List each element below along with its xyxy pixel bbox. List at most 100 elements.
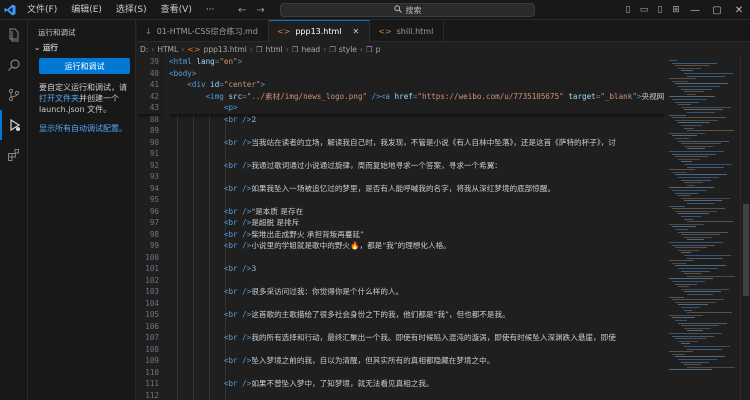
minimap-line (672, 135, 697, 137)
sticky-scroll-line[interactable]: <p> (169, 102, 665, 114)
code-line[interactable] (169, 125, 665, 137)
minimap-line (672, 171, 687, 173)
source-control-icon[interactable] (0, 80, 28, 110)
minimap-line (678, 213, 709, 215)
minimap-line (687, 203, 714, 204)
minimap-line (672, 317, 695, 319)
line-number: 108 (145, 344, 159, 354)
minimap-line (675, 229, 688, 230)
command-center-search[interactable]: 搜索 (280, 3, 535, 17)
code-editor[interactable]: 39 40 41 42 43 88 89 90 91 92 93 94 95 96 97 98 99 100 101… (137, 56, 665, 400)
code-line[interactable]: <br />柴堆出走成野火 承担背叛再蔓延” (169, 229, 665, 241)
breadcrumb-item[interactable]: D: (140, 45, 148, 54)
toggle-secondary-sidebar-icon[interactable]: ▯ (652, 5, 668, 15)
minimap-line (687, 93, 696, 95)
code-line[interactable] (169, 194, 665, 206)
code-line[interactable]: <br />很多采访问过我：你觉得你是个什么样的人。 (169, 286, 665, 298)
code-line[interactable] (169, 367, 665, 379)
menu-selection[interactable]: 选择(S) (109, 0, 154, 20)
sticky-scroll-line[interactable]: <div id="center"> (169, 79, 665, 91)
tab-md[interactable]: ↓ 01-HTML-CSS综合练习.md (137, 20, 269, 42)
code-line[interactable] (169, 390, 665, 400)
back-arrow-icon[interactable]: ← (238, 5, 246, 16)
code-line[interactable] (169, 298, 665, 310)
code-content[interactable]: <html lang="en"> <body> <div id="center">… (169, 56, 665, 400)
menu-view[interactable]: 查看(V) (154, 0, 199, 20)
code-line[interactable] (169, 344, 665, 356)
code-line[interactable]: <br />当我站在读者的立场，解读我自己时，我发现，不管是小说《有人自林中坠落… (169, 137, 665, 149)
menu-more[interactable]: ··· (199, 0, 222, 20)
minimap-line (681, 106, 731, 108)
minimap[interactable] (665, 56, 740, 400)
breadcrumb-item[interactable]: style (339, 45, 357, 54)
code-line[interactable]: <br />3 (169, 263, 665, 275)
line-number: 104 (145, 298, 159, 308)
code-line[interactable]: <br />坠入梦境之前的我，自以为清醒，但其实所有的真相都隐藏在梦境之中。 (169, 355, 665, 367)
code-line[interactable]: <br />如果我坠入一场被追忆过的梦里，是否有人能呼喊我的名字，将我从深红梦境… (169, 183, 665, 195)
sticky-scroll-line[interactable]: <img src="../素材/img/news_logo.png" /><a … (169, 90, 665, 102)
element-icon: ❒ (291, 44, 299, 54)
line-number: 101 (145, 264, 159, 273)
minimap-line (669, 296, 684, 298)
code-line[interactable]: <br />小说里的学姐就是歌中的野火🔥，都是“我”的理想化人格。 (169, 240, 665, 252)
minimap-line (669, 151, 724, 152)
extensions-icon[interactable] (0, 140, 28, 170)
code-line[interactable]: <br />“是本质 是存在 (169, 206, 665, 218)
search-placeholder: 搜索 (405, 5, 422, 15)
minimap-line (681, 234, 720, 236)
breadcrumb-item[interactable]: ppp13.html (204, 45, 247, 54)
breadcrumb-item[interactable]: HTML (157, 45, 178, 54)
breadcrumb-item[interactable]: head (301, 45, 320, 54)
open-folder-link[interactable]: 打开文件夹 (39, 94, 79, 103)
sticky-scroll-line[interactable]: <body> (169, 67, 665, 79)
minimap-line (672, 117, 726, 119)
code-line[interactable] (169, 275, 665, 287)
line-number: 92 (149, 160, 159, 170)
sidebar-section-run[interactable]: ⌄ 运行 (28, 42, 135, 56)
vscode-logo-icon (0, 0, 20, 20)
minimap-line (681, 88, 712, 90)
code-line[interactable]: <br />我通过歌词通过小说通过旋律，周而复始地寻求一个答案，寻求一个希翼： (169, 160, 665, 172)
vertical-scrollbar[interactable] (740, 56, 750, 400)
maximize-icon[interactable]: ▢ (706, 5, 728, 16)
sticky-scroll-line[interactable]: <html lang="en"> (169, 56, 665, 68)
tab-label: 01-HTML-CSS综合练习.md (156, 26, 258, 36)
code-line[interactable]: <br />我的所有选择和行动，最终汇聚出一个我。即使有时候陷入混沌的漩涡，即使… (169, 332, 665, 344)
minimap-line (675, 83, 728, 85)
sidebar-section-label: 运行 (42, 43, 58, 52)
close-window-icon[interactable]: ✕ (728, 5, 750, 16)
code-line[interactable]: <br />这首歌的主歌描绘了很多社会身份之下的我，他们都是“我”，但也都不是我… (169, 309, 665, 321)
scrollbar-thumb[interactable] (743, 204, 749, 296)
minimize-icon[interactable]: — (684, 5, 706, 16)
run-debug-icon[interactable] (0, 110, 28, 140)
show-auto-debug-configs-link[interactable]: 显示所有自动调试配置。 (39, 123, 133, 134)
code-line[interactable] (169, 148, 665, 160)
code-line[interactable] (169, 252, 665, 264)
minimap-line (675, 65, 709, 67)
forward-arrow-icon[interactable]: → (256, 5, 264, 16)
tab-ppp13[interactable]: <> ppp13.html ✕ (268, 20, 371, 42)
breadcrumb-item[interactable]: html (266, 45, 283, 54)
minimap-line (687, 294, 713, 295)
minimap-line (678, 304, 708, 306)
search-view-icon[interactable] (0, 50, 28, 80)
run-and-debug-button[interactable]: 运行和调试 (39, 58, 130, 74)
customize-layout-icon[interactable]: ⊞ (668, 5, 684, 15)
code-line[interactable]: <br />如果不曾坠入梦中，了知梦境，就无法看见真相之我。 (169, 378, 665, 390)
code-line[interactable] (169, 321, 665, 333)
close-tab-icon[interactable]: ✕ (353, 27, 360, 36)
explorer-icon[interactable] (0, 20, 28, 50)
menu-file[interactable]: 文件(F) (20, 0, 64, 20)
code-line[interactable] (169, 171, 665, 183)
code-line[interactable]: <br />是超脱 是排斥 (169, 217, 665, 229)
toggle-primary-sidebar-icon[interactable]: ▯ (620, 5, 636, 15)
breadcrumb-item[interactable]: p (376, 45, 381, 54)
minimap-line (681, 216, 701, 217)
line-number: 112 (145, 390, 159, 400)
line-number: 43 (137, 102, 161, 114)
tab-shili[interactable]: <> shili.html (370, 20, 445, 42)
toggle-panel-icon[interactable]: ▭ (636, 5, 652, 15)
menu-edit[interactable]: 编辑(E) (64, 0, 109, 20)
code-line[interactable]: <br />2 (169, 114, 665, 126)
minimap-line (684, 255, 731, 256)
